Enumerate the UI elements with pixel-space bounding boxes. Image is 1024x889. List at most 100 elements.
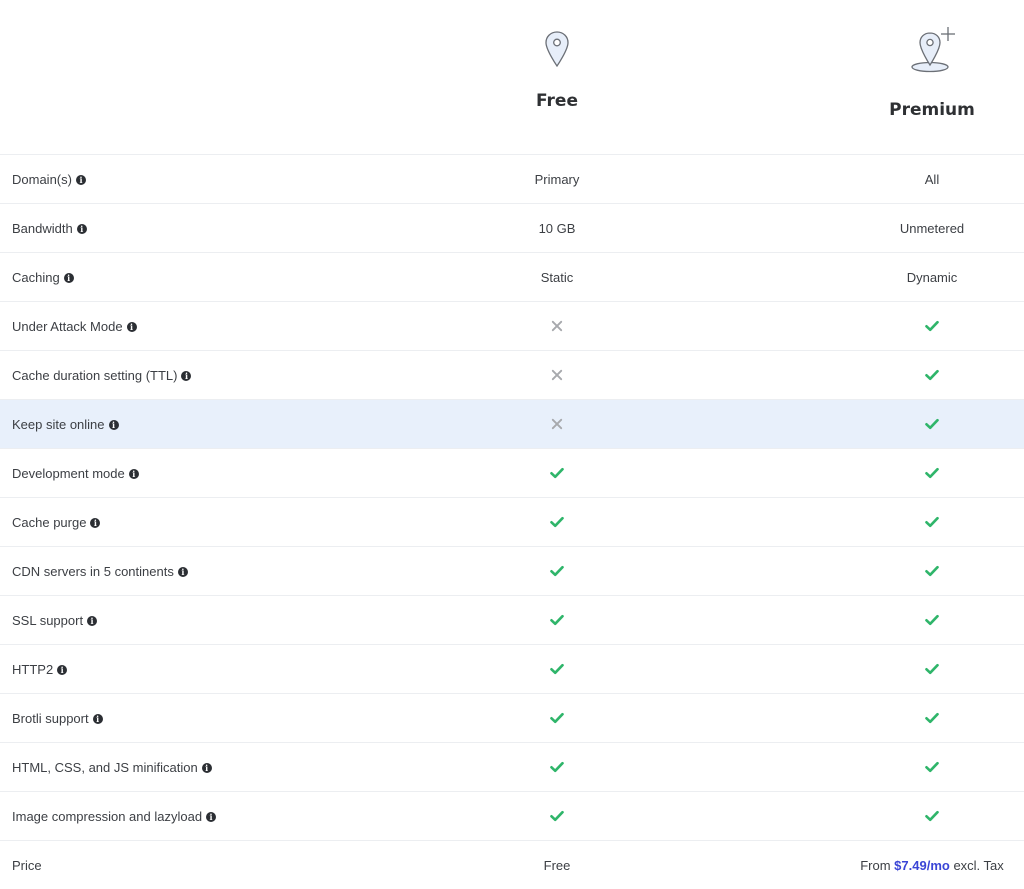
free-value-cell [447, 614, 667, 626]
feature-label: Development mode [12, 465, 125, 481]
info-icon[interactable]: i [92, 713, 103, 724]
feature-label: Cache duration setting (TTL) [12, 367, 178, 383]
feature-label: Keep site online [12, 416, 105, 432]
feature-cell: Development mode i [12, 466, 139, 481]
check-icon [550, 712, 564, 724]
table-row: Domain(s) i Primary All [0, 155, 1024, 204]
free-value-cell: Primary [447, 172, 667, 187]
price-link[interactable]: $7.49/mo [894, 858, 950, 873]
free-value: Primary [534, 171, 580, 187]
feature-label: Image compression and lazyload [12, 808, 203, 824]
premium-value-cell [822, 614, 1024, 626]
feature-label: Price [12, 857, 42, 873]
feature-cell: HTTP2 i [12, 662, 68, 677]
feature-cell: Under Attack Mode i [12, 319, 137, 334]
free-value-cell: 10 GB [447, 221, 667, 236]
free-value-cell [447, 712, 667, 724]
plan-name-free: Free [536, 91, 578, 111]
check-icon [550, 663, 564, 675]
feature-cell: SSL support i [12, 613, 98, 628]
feature-cell: Price [12, 858, 42, 873]
feature-label: Under Attack Mode [12, 318, 123, 334]
plan-name-premium: Premium [889, 100, 975, 120]
premium-value-cell [822, 761, 1024, 773]
check-icon [925, 516, 939, 528]
check-icon [550, 516, 564, 528]
check-icon [925, 565, 939, 577]
table-row: Development mode i [0, 449, 1024, 498]
feature-cell: Brotli support i [12, 711, 103, 726]
premium-value-cell [822, 663, 1024, 675]
price-prefix: From [860, 857, 895, 873]
premium-value-cell [822, 320, 1024, 332]
table-row: CDN servers in 5 continents i [0, 547, 1024, 596]
premium-value-cell: Unmetered [822, 221, 1024, 236]
premium-value-cell: All [822, 172, 1024, 187]
free-value-cell [447, 761, 667, 773]
free-value-cell [447, 369, 667, 381]
feature-cell: Cache purge i [12, 515, 101, 530]
free-value: Static [540, 269, 574, 285]
check-icon [550, 614, 564, 626]
info-icon[interactable]: i [75, 174, 86, 185]
table-row: Cache purge i [0, 498, 1024, 547]
map-pin-plus-icon [822, 25, 1024, 77]
info-icon[interactable]: i [177, 566, 188, 577]
table-row: Image compression and lazyload i [0, 792, 1024, 841]
feature-cell: Cache duration setting (TTL) i [12, 367, 192, 383]
info-icon[interactable]: i [128, 468, 139, 479]
info-icon[interactable]: i [57, 664, 68, 675]
cross-icon [551, 320, 563, 332]
info-icon[interactable]: i [76, 223, 87, 234]
feature-cell: HTML, CSS, and JS minification i [12, 760, 212, 775]
feature-cell: Caching i [12, 270, 74, 285]
check-icon [550, 467, 564, 479]
plan-comparison-table: Free Premium Domain(s) i Primary All Bandwid… [0, 0, 1024, 889]
check-icon [550, 810, 564, 822]
table-row: HTML, CSS, and JS minification i [0, 743, 1024, 792]
premium-value-cell [822, 418, 1024, 430]
premium-value: Unmetered [899, 220, 965, 236]
info-icon[interactable]: i [181, 370, 192, 381]
table-row: Bandwidth i 10 GB Unmetered [0, 204, 1024, 253]
info-icon[interactable]: i [126, 321, 137, 332]
cross-icon [551, 369, 563, 381]
feature-cell: Domain(s) i [12, 172, 86, 187]
check-icon [925, 712, 939, 724]
info-icon[interactable]: i [63, 272, 74, 283]
free-value-cell: Free [447, 858, 667, 873]
free-value-cell [447, 418, 667, 430]
feature-cell: Keep site online i [12, 417, 119, 432]
info-icon[interactable]: i [108, 419, 119, 430]
premium-value: All [924, 171, 940, 187]
feature-rows: Domain(s) i Primary All Bandwidth i 10 GB Unmet… [0, 155, 1024, 889]
free-value-cell [447, 565, 667, 577]
feature-label: Bandwidth [12, 220, 73, 236]
info-icon[interactable]: i [206, 811, 217, 822]
feature-cell: Image compression and lazyload i [12, 808, 217, 824]
cross-icon [551, 418, 563, 430]
info-icon[interactable]: i [90, 517, 101, 528]
feature-label: Domain(s) [12, 171, 72, 187]
premium-value-cell [822, 810, 1024, 822]
feature-label: Brotli support [12, 710, 89, 726]
free-value: 10 GB [538, 220, 576, 236]
check-icon [925, 761, 939, 773]
plan-column-free: Free [447, 0, 667, 111]
plan-column-premium: Premium [822, 0, 1024, 120]
table-row: Keep site online i [0, 400, 1024, 449]
check-icon [925, 810, 939, 822]
table-row: Price Free From $7.49/mo excl. Tax [0, 841, 1024, 889]
premium-value-cell [822, 516, 1024, 528]
check-icon [925, 369, 939, 381]
premium-value-cell: From $7.49/mo excl. Tax [822, 858, 1024, 873]
check-icon [925, 320, 939, 332]
map-pin-icon [447, 30, 667, 68]
feature-cell: Bandwidth i [12, 221, 87, 236]
info-icon[interactable]: i [201, 762, 212, 773]
table-row: Caching i Static Dynamic [0, 253, 1024, 302]
free-value-cell [447, 467, 667, 479]
info-icon[interactable]: i [87, 615, 98, 626]
free-value-cell [447, 663, 667, 675]
free-value-cell [447, 516, 667, 528]
